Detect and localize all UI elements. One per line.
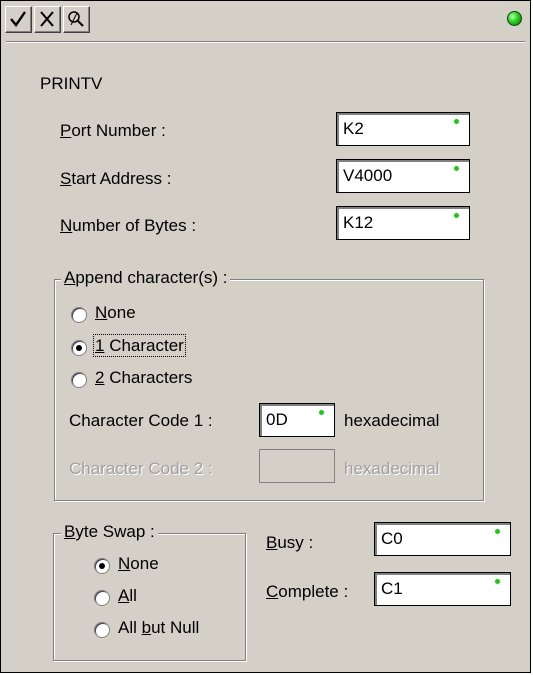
append-one-character-label[interactable]: 1 Character — [93, 334, 186, 357]
swap-all-but-null-label[interactable]: All but Null — [118, 618, 199, 638]
swap-none-radio[interactable] — [94, 558, 110, 574]
complete-field[interactable]: C1 — [374, 572, 511, 606]
number-of-bytes-label: Number of Bytes : — [60, 216, 197, 235]
character-code-2-label: Character Code 2 : — [69, 459, 213, 478]
append-two-characters-label[interactable]: 2 Characters — [95, 368, 192, 388]
append-none-label[interactable]: None — [95, 303, 136, 323]
byte-swap-group — [53, 533, 246, 661]
character-code-2-unit: hexadecimal — [344, 459, 440, 478]
help-icon — [68, 11, 84, 27]
character-code-2-field — [259, 449, 335, 483]
append-one-character-radio[interactable] — [71, 340, 87, 356]
checkmark-icon — [10, 11, 26, 27]
swap-none-label[interactable]: None — [118, 554, 159, 574]
help-button[interactable] — [63, 6, 90, 33]
append-none-radio[interactable] — [71, 307, 87, 323]
busy-field[interactable]: C0 — [374, 522, 511, 556]
swap-all-radio[interactable] — [94, 590, 110, 606]
swap-all-label[interactable]: All — [118, 586, 137, 606]
character-code-1-field[interactable]: 0D — [259, 403, 335, 437]
character-code-1-label: Character Code 1 : — [69, 411, 213, 430]
cancel-button[interactable] — [34, 6, 61, 33]
instruction-title: PRINTV — [40, 74, 103, 93]
x-icon — [40, 11, 54, 27]
byte-swap-title: Byte Swap : — [61, 522, 158, 542]
character-code-1-unit: hexadecimal — [344, 411, 440, 430]
busy-label: Busy : — [266, 533, 314, 552]
port-number-field[interactable]: K2 — [336, 112, 470, 146]
toolbar-separator — [6, 41, 525, 43]
swap-all-but-null-radio[interactable] — [94, 622, 110, 638]
append-two-characters-radio[interactable] — [71, 372, 87, 388]
number-of-bytes-field[interactable]: K12 — [336, 206, 470, 240]
printv-dialog: PRINTV Port Number : K2 Start Address : … — [0, 0, 531, 673]
accept-button[interactable] — [5, 6, 32, 33]
port-number-label: Port Number : — [60, 121, 166, 140]
toolbar — [5, 6, 92, 34]
append-characters-title: Append character(s) : — [61, 268, 231, 288]
start-address-field[interactable]: V4000 — [336, 159, 470, 193]
status-led-icon — [507, 11, 522, 26]
start-address-label: Start Address : — [60, 169, 172, 188]
complete-label: Complete : — [266, 582, 349, 601]
